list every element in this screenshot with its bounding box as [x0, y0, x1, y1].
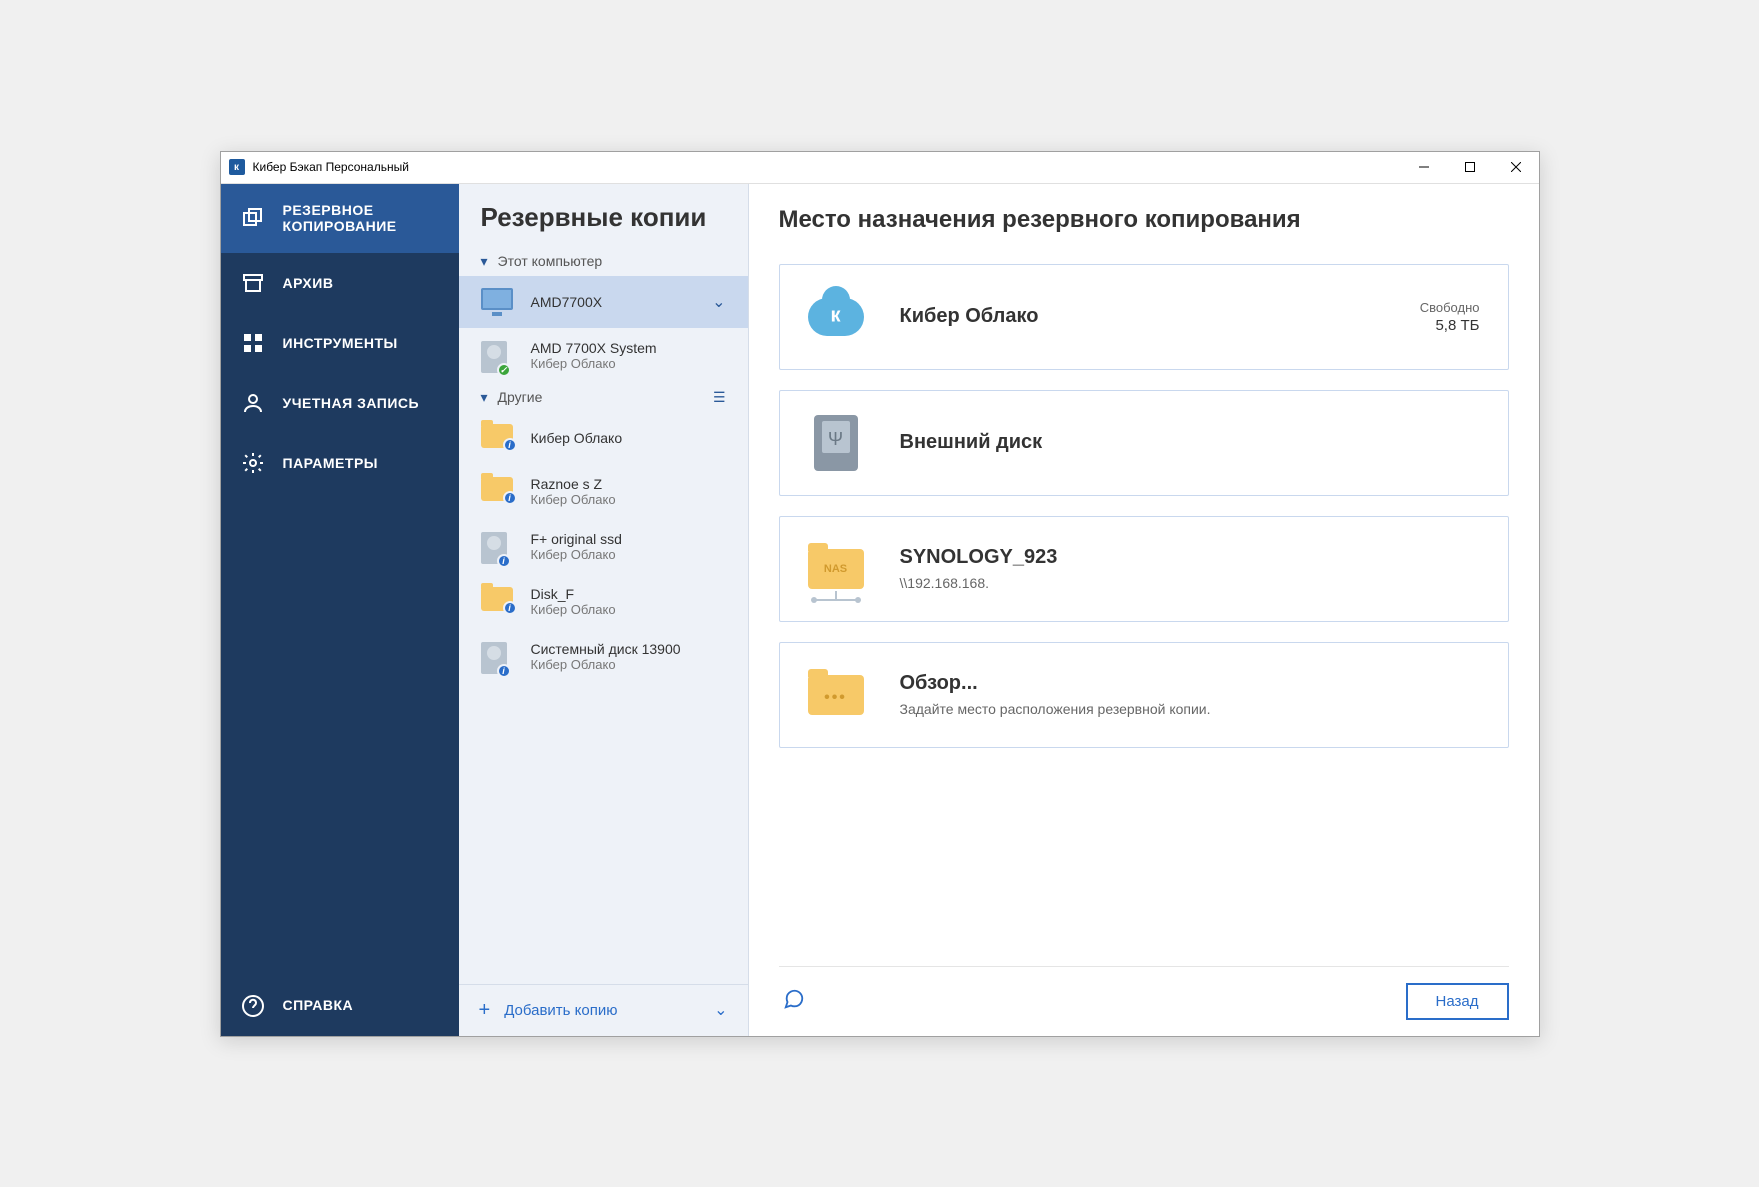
nav-item-settings[interactable]: ПАРАМЕТРЫ — [221, 433, 459, 493]
section-this-pc[interactable]: ▾ Этот компьютер — [459, 247, 748, 276]
backup-item-diskf[interactable]: i Disk_F Кибер Облако — [459, 574, 748, 629]
window-controls — [1401, 151, 1539, 183]
monitor-icon — [481, 288, 515, 316]
app-body: РЕЗЕРВНОЕ КОПИРОВАНИЕ АРХИВ ИНСТРУМЕНТЫ … — [221, 184, 1539, 1036]
chevron-down-icon[interactable]: ⌄ — [714, 1000, 727, 1020]
plus-icon: + — [479, 999, 491, 1022]
folder-icon: i — [481, 587, 515, 615]
nav-label: РЕЗЕРВНОЕ КОПИРОВАНИЕ — [283, 202, 439, 236]
item-sub: Кибер Облако — [531, 657, 726, 672]
backup-item-sysdisk[interactable]: i Системный диск 13900 Кибер Облако — [459, 629, 748, 684]
dest-card-cloud[interactable]: к Кибер Облако Свободно 5,8 ТБ — [779, 264, 1509, 370]
section-other[interactable]: ▾ Другие ☰ — [459, 383, 748, 412]
section-label: Этот компьютер — [498, 253, 603, 269]
sidebar-nav: РЕЗЕРВНОЕ КОПИРОВАНИЕ АРХИВ ИНСТРУМЕНТЫ … — [221, 184, 459, 1036]
backup-item-cloud[interactable]: i Кибер Облако — [459, 412, 748, 464]
window-title: Кибер Бэкап Персональный — [253, 160, 1401, 174]
hdd-icon: i — [481, 642, 515, 670]
nav-item-backup[interactable]: РЕЗЕРВНОЕ КОПИРОВАНИЕ — [221, 184, 459, 254]
chevron-down-icon: ▾ — [481, 389, 488, 406]
nav-label: ПАРАМЕТРЫ — [283, 455, 379, 472]
card-title: SYNOLOGY_923 — [900, 546, 1480, 569]
backup-item-amd-system[interactable]: ✓ AMD 7700X System Кибер Облако — [459, 328, 748, 383]
section-label: Другие — [498, 389, 543, 405]
nav-item-tools[interactable]: ИНСТРУМЕНТЫ — [221, 313, 459, 373]
backup-item-amd7700x[interactable]: AMD7700X ⌄ — [459, 276, 748, 328]
item-sub: Кибер Облако — [531, 492, 726, 507]
backup-item-fplus[interactable]: i F+ original ssd Кибер Облако — [459, 519, 748, 574]
tools-icon — [241, 331, 265, 355]
card-title: Кибер Облако — [900, 305, 1384, 328]
external-disk-icon: Ψ — [808, 415, 864, 471]
item-title: Кибер Облако — [531, 430, 726, 446]
card-sub: Задайте место расположения резервной коп… — [900, 701, 1480, 717]
nav-label: ИНСТРУМЕНТЫ — [283, 335, 398, 352]
add-label: Добавить копию — [504, 1002, 700, 1019]
main-footer: Назад — [779, 966, 1509, 1036]
dest-card-nas[interactable]: NAS SYNOLOGY_923 \\192.168.168. — [779, 516, 1509, 622]
dest-card-browse[interactable]: ••• Обзор... Задайте место расположения … — [779, 642, 1509, 748]
app-icon: к — [229, 159, 245, 175]
chevron-down-icon: ▾ — [481, 253, 488, 270]
card-title: Обзор... — [900, 672, 1480, 695]
item-title: AMD 7700X System — [531, 340, 726, 356]
nas-icon: NAS — [808, 541, 864, 597]
account-icon — [241, 391, 265, 415]
nav-label: УЧЕТНАЯ ЗАПИСЬ — [283, 395, 420, 412]
minimize-button[interactable] — [1401, 151, 1447, 183]
backup-list-panel: Резервные копии ▾ Этот компьютер AMD7700… — [459, 184, 749, 1036]
item-title: F+ original ssd — [531, 531, 726, 547]
chat-icon[interactable] — [783, 988, 805, 1015]
browse-folder-icon: ••• — [808, 667, 864, 723]
help-icon — [241, 994, 265, 1018]
card-title: Внешний диск — [900, 431, 1480, 454]
panel-title: Резервные копии — [459, 184, 748, 247]
add-backup-button[interactable]: + Добавить копию ⌄ — [459, 984, 748, 1036]
titlebar: к Кибер Бэкап Персональный — [221, 152, 1539, 184]
chevron-down-icon[interactable]: ⌄ — [712, 292, 725, 312]
item-sub: Кибер Облако — [531, 602, 726, 617]
free-value: 5,8 ТБ — [1420, 317, 1480, 334]
backup-icon — [241, 206, 265, 230]
dest-card-external[interactable]: Ψ Внешний диск — [779, 390, 1509, 496]
main-content: Место назначения резервного копирования … — [749, 184, 1539, 1036]
nav-label: АРХИВ — [283, 275, 334, 292]
item-title: Disk_F — [531, 586, 726, 602]
folder-icon: i — [481, 424, 515, 452]
maximize-button[interactable] — [1447, 151, 1493, 183]
page-title: Место назначения резервного копирования — [779, 206, 1509, 234]
item-title: Системный диск 13900 — [531, 641, 726, 657]
gear-icon — [241, 451, 265, 475]
item-title: Raznoe s Z — [531, 476, 726, 492]
back-button[interactable]: Назад — [1406, 983, 1509, 1020]
archive-icon — [241, 271, 265, 295]
card-sub: \\192.168.168. — [900, 575, 1480, 591]
free-label: Свободно — [1420, 300, 1480, 315]
close-button[interactable] — [1493, 151, 1539, 183]
nav-item-account[interactable]: УЧЕТНАЯ ЗАПИСЬ — [221, 373, 459, 433]
destination-cards: к Кибер Облако Свободно 5,8 ТБ Ψ Внешний… — [779, 264, 1509, 748]
nav-label: СПРАВКА — [283, 997, 354, 1014]
backup-item-raznoe[interactable]: i Raznoe s Z Кибер Облако — [459, 464, 748, 519]
menu-icon[interactable]: ☰ — [713, 389, 726, 406]
hdd-icon: i — [481, 532, 515, 560]
folder-icon: i — [481, 477, 515, 505]
item-sub: Кибер Облако — [531, 547, 726, 562]
item-title: AMD7700X — [531, 294, 697, 310]
app-window: к Кибер Бэкап Персональный РЕЗЕРВНОЕ КОП… — [220, 151, 1540, 1037]
item-sub: Кибер Облако — [531, 356, 726, 371]
hdd-icon: ✓ — [481, 341, 515, 369]
nav-item-help[interactable]: СПРАВКА — [221, 976, 459, 1036]
nav-item-archive[interactable]: АРХИВ — [221, 253, 459, 313]
cloud-icon: к — [808, 289, 864, 345]
